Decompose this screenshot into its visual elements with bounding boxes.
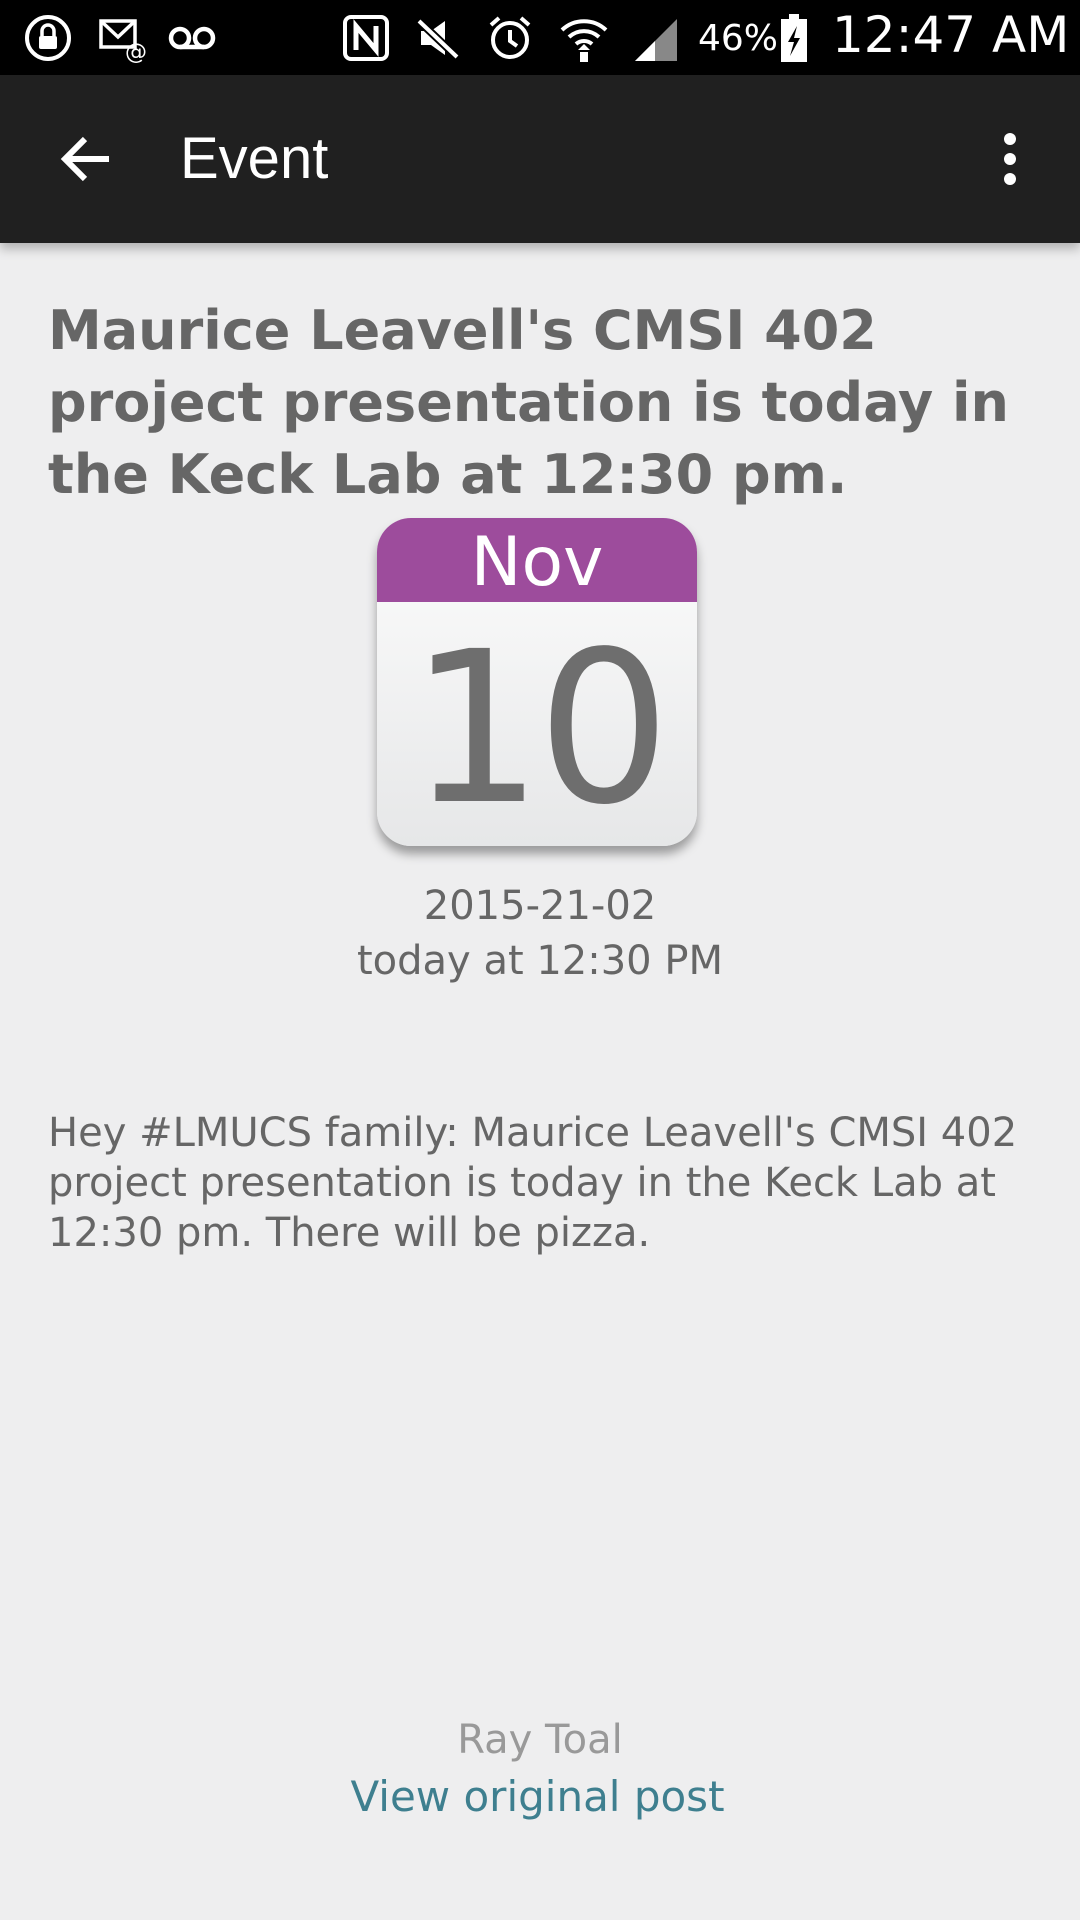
event-time: today at 12:30 PM — [357, 938, 723, 984]
signal-icon — [630, 12, 682, 64]
calendar-date-icon: Nov 10 — [377, 518, 697, 846]
event-description: Hey #LMUCS family: Maurice Leavell's CMS… — [48, 1110, 1018, 1256]
battery-percent: 46% — [698, 18, 779, 59]
wifi-icon — [558, 12, 610, 64]
event-headline: Maurice Leavell's CMSI 402 project prese… — [48, 299, 1009, 506]
arrow-back-icon — [60, 136, 109, 182]
post-author: Ray Toal — [457, 1717, 623, 1763]
status-bar: @ 46% 12:47 AM — [0, 0, 1080, 75]
app-bar: Event — [0, 75, 1080, 243]
back-button[interactable] — [40, 119, 130, 199]
nfc-icon — [340, 12, 392, 64]
mute-icon — [412, 12, 464, 64]
email-icon: @ — [96, 12, 148, 64]
more-vert-icon — [1004, 133, 1016, 185]
event-date: 2015-21-02 — [423, 883, 657, 929]
clock: 12:47 AM — [832, 6, 1070, 64]
lock-icon — [22, 12, 74, 64]
calendar-month: Nov — [377, 518, 697, 602]
view-original-post-link[interactable]: View original post — [0, 1772, 1075, 1821]
overflow-menu-button[interactable] — [980, 119, 1040, 199]
svg-text:@: @ — [125, 40, 147, 63]
alarm-icon — [484, 12, 536, 64]
voicemail-icon — [166, 12, 218, 64]
calendar-day: 10 — [409, 606, 670, 846]
page-title: Event — [180, 126, 329, 191]
battery-icon — [776, 12, 812, 64]
